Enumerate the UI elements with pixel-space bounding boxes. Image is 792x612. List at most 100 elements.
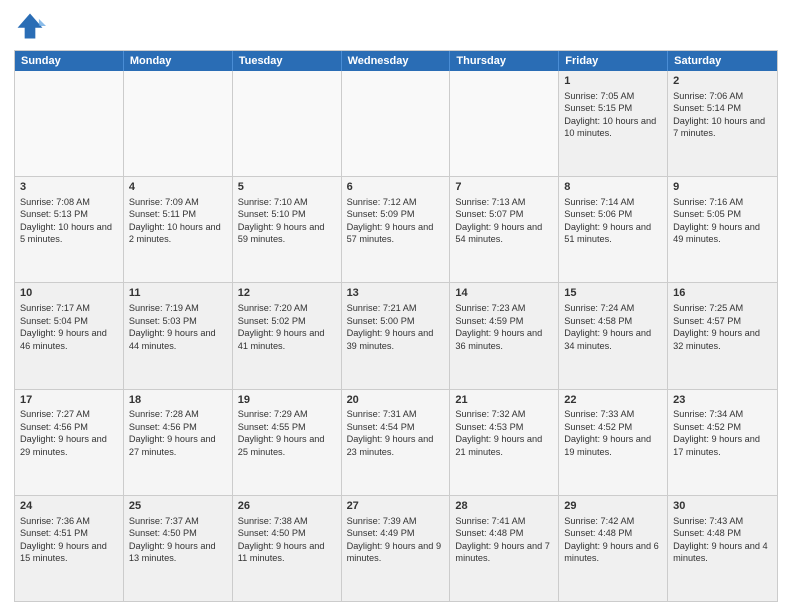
day-info: Sunrise: 7:10 AM Sunset: 5:10 PM Dayligh… [238,197,325,244]
weekday-header: Thursday [450,51,559,71]
logo [14,10,48,42]
day-info: Sunrise: 7:24 AM Sunset: 4:58 PM Dayligh… [564,303,651,350]
day-info: Sunrise: 7:31 AM Sunset: 4:54 PM Dayligh… [347,409,434,456]
calendar-row: 24Sunrise: 7:36 AM Sunset: 4:51 PM Dayli… [15,495,777,601]
calendar-row: 10Sunrise: 7:17 AM Sunset: 5:04 PM Dayli… [15,282,777,388]
day-number: 7 [455,180,553,195]
day-info: Sunrise: 7:37 AM Sunset: 4:50 PM Dayligh… [129,516,216,563]
day-number: 27 [347,499,445,514]
weekday-header: Tuesday [233,51,342,71]
day-cell: 30 Sunrise: 7:43 AM Sunset: 4:48 PM Dayli… [668,496,777,601]
day-cell: 27 Sunrise: 7:39 AM Sunset: 4:49 PM Dayli… [342,496,451,601]
day-info: Sunrise: 7:39 AM Sunset: 4:49 PM Dayligh… [347,516,442,563]
day-number: 5 [238,180,336,195]
day-info: Sunrise: 7:25 AM Sunset: 4:57 PM Dayligh… [673,303,760,350]
empty-cell [450,71,559,176]
weekday-header: Monday [124,51,233,71]
day-info: Sunrise: 7:13 AM Sunset: 5:07 PM Dayligh… [455,197,542,244]
day-info: Sunrise: 7:32 AM Sunset: 4:53 PM Dayligh… [455,409,542,456]
day-cell: 7 Sunrise: 7:13 AM Sunset: 5:07 PM Daylig… [450,177,559,282]
day-number: 13 [347,286,445,301]
day-cell: 26Sunrise: 7:38 AM Sunset: 4:50 PM Dayli… [233,496,342,601]
day-info: Sunrise: 7:08 AM Sunset: 5:13 PM Dayligh… [20,197,112,244]
day-cell: 25 Sunrise: 7:37 AM Sunset: 4:50 PM Dayli… [124,496,233,601]
day-info: Sunrise: 7:23 AM Sunset: 4:59 PM Dayligh… [455,303,542,350]
day-cell: 5 Sunrise: 7:10 AM Sunset: 5:10 PM Daylig… [233,177,342,282]
day-info: Sunrise: 7:12 AM Sunset: 5:09 PM Dayligh… [347,197,434,244]
empty-cell [124,71,233,176]
day-info: Sunrise: 7:19 AM Sunset: 5:03 PM Dayligh… [129,303,216,350]
day-number: 19 [238,393,336,408]
day-cell: 1 Sunrise: 7:05 AM Sunset: 5:15 PM Daylig… [559,71,668,176]
day-info: Sunrise: 7:38 AM Sunset: 4:50 PM Dayligh… [238,516,325,563]
day-cell: 17Sunrise: 7:27 AM Sunset: 4:56 PM Dayli… [15,390,124,495]
day-info: Sunrise: 7:09 AM Sunset: 5:11 PM Dayligh… [129,197,221,244]
day-info: Sunrise: 7:20 AM Sunset: 5:02 PM Dayligh… [238,303,325,350]
header [14,10,778,42]
day-info: Sunrise: 7:33 AM Sunset: 4:52 PM Dayligh… [564,409,651,456]
day-number: 6 [347,180,445,195]
day-cell: 15 Sunrise: 7:24 AM Sunset: 4:58 PM Dayli… [559,283,668,388]
day-number: 25 [129,499,227,514]
day-cell: 13 Sunrise: 7:21 AM Sunset: 5:00 PM Dayli… [342,283,451,388]
calendar-body: 1 Sunrise: 7:05 AM Sunset: 5:15 PM Daylig… [15,71,777,601]
weekday-header: Sunday [15,51,124,71]
day-number: 11 [129,286,227,301]
day-info: Sunrise: 7:05 AM Sunset: 5:15 PM Dayligh… [564,91,656,138]
calendar-row: 3 Sunrise: 7:08 AM Sunset: 5:13 PM Daylig… [15,176,777,282]
day-number: 20 [347,393,445,408]
day-info: Sunrise: 7:42 AM Sunset: 4:48 PM Dayligh… [564,516,659,563]
calendar-row: 1 Sunrise: 7:05 AM Sunset: 5:15 PM Daylig… [15,71,777,176]
day-number: 23 [673,393,772,408]
day-cell: 6 Sunrise: 7:12 AM Sunset: 5:09 PM Daylig… [342,177,451,282]
day-cell: 8 Sunrise: 7:14 AM Sunset: 5:06 PM Daylig… [559,177,668,282]
day-number: 30 [673,499,772,514]
day-number: 4 [129,180,227,195]
day-info: Sunrise: 7:34 AM Sunset: 4:52 PM Dayligh… [673,409,760,456]
day-cell: 28Sunrise: 7:41 AM Sunset: 4:48 PM Dayli… [450,496,559,601]
empty-cell [15,71,124,176]
day-number: 28 [455,499,553,514]
day-number: 8 [564,180,662,195]
day-number: 17 [20,393,118,408]
day-number: 18 [129,393,227,408]
logo-icon [14,10,46,42]
day-cell: 11 Sunrise: 7:19 AM Sunset: 5:03 PM Dayli… [124,283,233,388]
day-cell: 3 Sunrise: 7:08 AM Sunset: 5:13 PM Daylig… [15,177,124,282]
day-info: Sunrise: 7:28 AM Sunset: 4:56 PM Dayligh… [129,409,216,456]
day-number: 16 [673,286,772,301]
calendar: SundayMondayTuesdayWednesdayThursdayFrid… [14,50,778,602]
calendar-header: SundayMondayTuesdayWednesdayThursdayFrid… [15,51,777,71]
day-cell: 18Sunrise: 7:28 AM Sunset: 4:56 PM Dayli… [124,390,233,495]
day-number: 29 [564,499,662,514]
day-info: Sunrise: 7:06 AM Sunset: 5:14 PM Dayligh… [673,91,765,138]
day-number: 14 [455,286,553,301]
day-number: 22 [564,393,662,408]
day-cell: 21Sunrise: 7:32 AM Sunset: 4:53 PM Dayli… [450,390,559,495]
day-cell: 12Sunrise: 7:20 AM Sunset: 5:02 PM Dayli… [233,283,342,388]
day-number: 2 [673,74,772,89]
day-cell: 2 Sunrise: 7:06 AM Sunset: 5:14 PM Daylig… [668,71,777,176]
day-number: 21 [455,393,553,408]
weekday-header: Friday [559,51,668,71]
day-number: 9 [673,180,772,195]
day-cell: 14 Sunrise: 7:23 AM Sunset: 4:59 PM Dayli… [450,283,559,388]
day-number: 3 [20,180,118,195]
day-cell: 22Sunrise: 7:33 AM Sunset: 4:52 PM Dayli… [559,390,668,495]
day-info: Sunrise: 7:21 AM Sunset: 5:00 PM Dayligh… [347,303,434,350]
day-info: Sunrise: 7:16 AM Sunset: 5:05 PM Dayligh… [673,197,760,244]
calendar-row: 17Sunrise: 7:27 AM Sunset: 4:56 PM Dayli… [15,389,777,495]
day-info: Sunrise: 7:29 AM Sunset: 4:55 PM Dayligh… [238,409,325,456]
day-cell: 29 Sunrise: 7:42 AM Sunset: 4:48 PM Dayli… [559,496,668,601]
day-number: 1 [564,74,662,89]
day-number: 15 [564,286,662,301]
day-cell: 9 Sunrise: 7:16 AM Sunset: 5:05 PM Daylig… [668,177,777,282]
day-cell: 16 Sunrise: 7:25 AM Sunset: 4:57 PM Dayli… [668,283,777,388]
day-info: Sunrise: 7:14 AM Sunset: 5:06 PM Dayligh… [564,197,651,244]
day-info: Sunrise: 7:43 AM Sunset: 4:48 PM Dayligh… [673,516,768,563]
day-number: 24 [20,499,118,514]
page: SundayMondayTuesdayWednesdayThursdayFrid… [0,0,792,612]
day-info: Sunrise: 7:17 AM Sunset: 5:04 PM Dayligh… [20,303,107,350]
day-cell: 4 Sunrise: 7:09 AM Sunset: 5:11 PM Daylig… [124,177,233,282]
weekday-header: Saturday [668,51,777,71]
